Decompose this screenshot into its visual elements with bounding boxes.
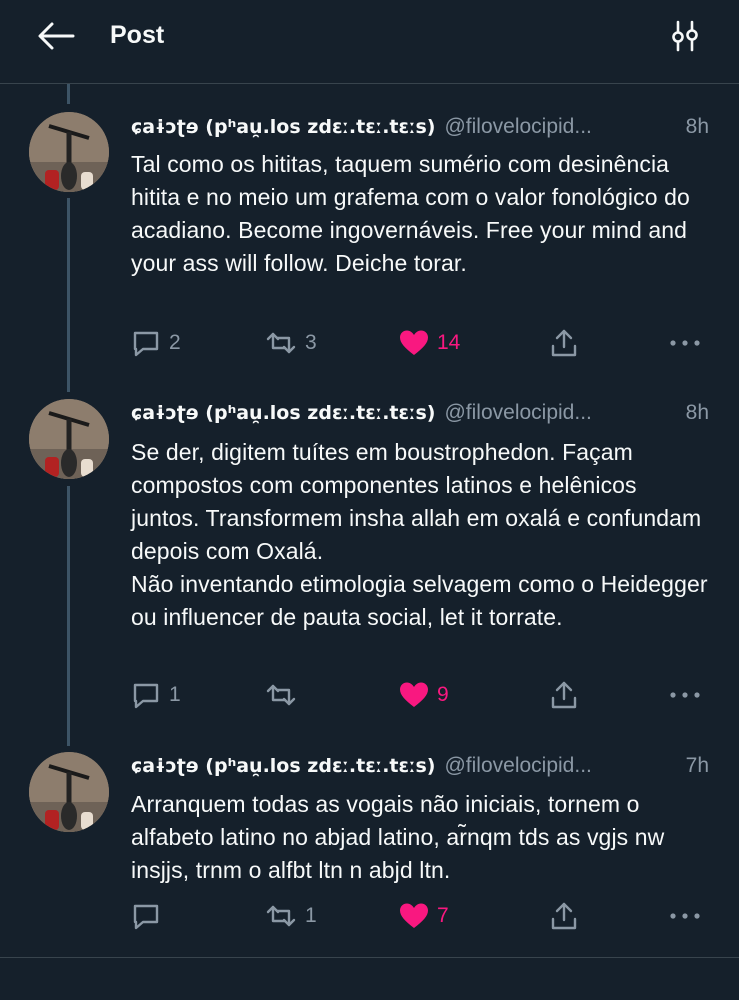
- avatar-image: [29, 112, 109, 192]
- retweet-button[interactable]: 3: [265, 326, 317, 360]
- timestamp[interactable]: 8h: [686, 115, 709, 139]
- avatar[interactable]: [29, 399, 109, 479]
- reply-button[interactable]: 2: [131, 326, 181, 360]
- heart-icon: [400, 330, 428, 355]
- settings-button[interactable]: [665, 16, 705, 56]
- avatar-image: [29, 399, 109, 479]
- reply-icon: [133, 904, 159, 930]
- retweet-icon: [266, 684, 296, 706]
- avatar[interactable]: [29, 112, 109, 192]
- author-name[interactable]: ɕaɨɔʈɘ (pʰau̯.los zdɛː.tɛː.tɛːs): [131, 116, 435, 138]
- share-button[interactable]: [549, 678, 587, 712]
- author-handle[interactable]: @filovelocipid...: [444, 754, 669, 778]
- like-button[interactable]: 14: [399, 326, 460, 360]
- sliders-icon: [672, 20, 698, 52]
- reply-button[interactable]: 1: [131, 678, 181, 712]
- heart-icon: [400, 682, 428, 707]
- more-icon: [670, 913, 700, 919]
- divider: [0, 957, 739, 958]
- action-bar: 1 7: [131, 899, 709, 933]
- reply-button[interactable]: [131, 899, 169, 933]
- retweet-count: 1: [305, 904, 317, 927]
- more-button[interactable]: [669, 899, 709, 933]
- like-count: 7: [437, 904, 449, 927]
- more-button[interactable]: [669, 678, 709, 712]
- tweet-header: ɕaɨɔʈɘ (pʰau̯.los zdɛː.tɛː.tɛːs) @filove…: [131, 751, 709, 781]
- reply-count: 2: [169, 331, 181, 354]
- author-handle[interactable]: @filovelocipid...: [444, 115, 669, 139]
- timestamp[interactable]: 8h: [686, 401, 709, 425]
- share-button[interactable]: [549, 899, 587, 933]
- share-icon: [551, 329, 577, 357]
- like-button[interactable]: 7: [399, 899, 449, 933]
- tweet-text: Tal como os hititas, taquem sumério com …: [131, 151, 697, 276]
- top-bar: Post: [0, 0, 739, 84]
- share-button[interactable]: [549, 326, 587, 360]
- action-bar: 2 3 14: [131, 326, 709, 360]
- author-name[interactable]: ɕaɨɔʈɘ (pʰau̯.los zdɛː.tɛː.tɛːs): [131, 402, 435, 424]
- share-icon: [551, 902, 577, 930]
- more-button[interactable]: [669, 326, 709, 360]
- arrow-left-icon: [38, 22, 75, 50]
- action-bar: 1 9: [131, 678, 709, 712]
- tweet-text: Arranquem todas as vogais não iniciais, …: [131, 791, 671, 883]
- retweet-count: 3: [305, 331, 317, 354]
- like-count: 14: [437, 331, 461, 354]
- avatar-image: [29, 752, 109, 832]
- avatar[interactable]: [29, 752, 109, 832]
- back-button[interactable]: [34, 18, 78, 54]
- share-icon: [551, 681, 577, 709]
- thread-line: [67, 486, 70, 746]
- like-count: 9: [437, 683, 449, 706]
- thread-line: [67, 84, 70, 104]
- tweet-text: Se der, digitem tuítes em boustrophedon.…: [131, 439, 708, 630]
- tweet-header: ɕaɨɔʈɘ (pʰau̯.los zdɛː.tɛː.tɛːs) @filove…: [131, 398, 709, 428]
- heart-icon: [400, 903, 428, 928]
- retweet-button[interactable]: 1: [265, 899, 317, 933]
- reply-count: 1: [169, 683, 181, 706]
- retweet-icon: [266, 905, 296, 927]
- author-handle[interactable]: @filovelocipid...: [444, 401, 669, 425]
- author-name[interactable]: ɕaɨɔʈɘ (pʰau̯.los zdɛː.tɛː.tɛːs): [131, 755, 435, 777]
- timestamp[interactable]: 7h: [686, 754, 709, 778]
- like-button[interactable]: 9: [399, 678, 449, 712]
- retweet-icon: [266, 332, 296, 354]
- tweet-header: ɕaɨɔʈɘ (pʰau̯.los zdɛː.tɛː.tɛːs) @filove…: [131, 112, 709, 142]
- page-title: Post: [110, 21, 165, 49]
- thread-line: [67, 198, 70, 392]
- more-icon: [670, 692, 700, 698]
- retweet-button[interactable]: [265, 678, 305, 712]
- reply-icon: [133, 683, 159, 709]
- more-icon: [670, 340, 700, 346]
- reply-icon: [133, 331, 159, 357]
